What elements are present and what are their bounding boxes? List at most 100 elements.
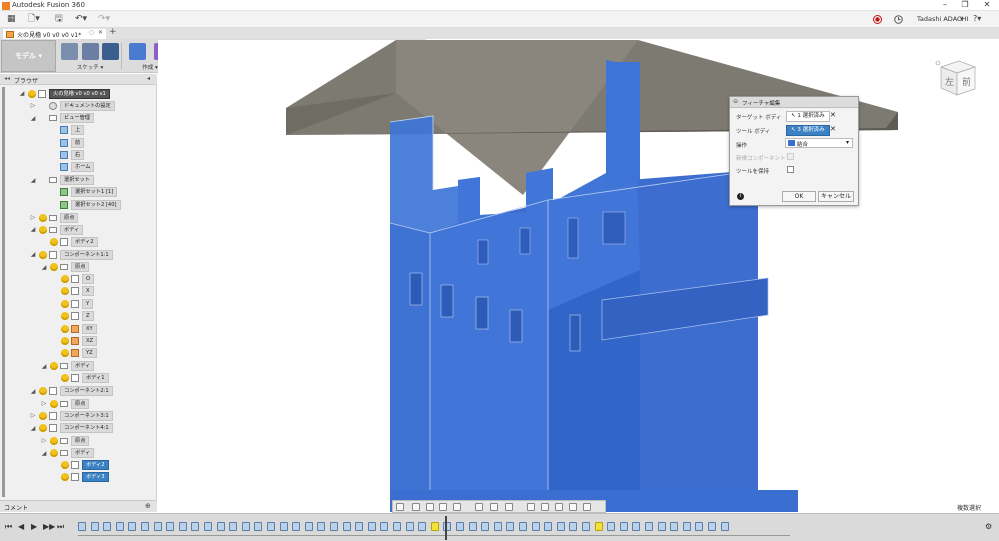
browser-node-label[interactable]: 右 <box>71 150 85 160</box>
visibility-bulb-icon[interactable] <box>50 436 58 445</box>
timeline-feature-icon[interactable] <box>456 522 464 531</box>
browser-node[interactable]: 前 <box>40 137 85 149</box>
browser-node[interactable]: ◢ コンポーネント1:1 <box>29 249 113 260</box>
expand-toggle-icon[interactable]: ◢ <box>29 224 37 235</box>
rectangle-icon[interactable] <box>101 43 119 60</box>
ok-button[interactable]: OK <box>782 191 816 202</box>
expand-toggle-icon[interactable]: ◢ <box>40 361 48 372</box>
browser-node-label[interactable]: 原点 <box>60 212 79 223</box>
toolbar-group-label[interactable]: スケッチ ▾ <box>58 63 122 71</box>
timeline-prev-icon[interactable]: ◀ <box>18 522 24 531</box>
browser-node-label[interactable]: 前 <box>71 137 85 148</box>
look-at-icon[interactable] <box>412 503 420 511</box>
new-component-checkbox[interactable] <box>787 153 794 160</box>
browser-node-label[interactable]: Y <box>82 298 94 309</box>
browser-node-label[interactable]: 選択セット <box>60 175 94 186</box>
browser-node-label[interactable]: ホーム <box>71 162 95 173</box>
browser-node[interactable]: Z <box>51 311 94 322</box>
timeline-feature-icon[interactable] <box>355 522 364 531</box>
browser-node-label[interactable]: 原点 <box>71 398 90 409</box>
timeline-feature-icon[interactable] <box>468 522 477 531</box>
browser-node-label[interactable]: ボディ <box>71 448 95 459</box>
display-settings-icon[interactable] <box>475 503 483 511</box>
timeline-feature-icon[interactable] <box>569 522 578 531</box>
browser-node[interactable]: ボディ3 <box>51 472 109 483</box>
timeline-feature-icon[interactable] <box>418 522 427 531</box>
fit-icon[interactable] <box>453 503 461 511</box>
browser-node[interactable]: ボディ2 <box>40 236 98 248</box>
browser-node[interactable]: ◢ 選択セット <box>29 175 94 186</box>
browser-collapse-icon[interactable]: ◂◂ <box>4 75 10 82</box>
dialog-collapse-icon[interactable]: ⊖ <box>733 98 738 105</box>
visibility-bulb-icon[interactable] <box>50 263 58 272</box>
browser-node[interactable]: ボディ1 <box>51 373 109 384</box>
visibility-bulb-icon[interactable] <box>39 411 47 420</box>
visibility-bulb-icon[interactable] <box>28 89 36 98</box>
timeline-feature-icon[interactable] <box>682 522 691 531</box>
info-icon[interactable]: i <box>737 193 744 200</box>
browser-node-label[interactable]: ボディ <box>71 361 95 372</box>
dialog-header[interactable]: ⊖ フィーチャ編集 <box>730 97 858 108</box>
viewports-icon[interactable] <box>505 503 513 511</box>
pan-hand-icon[interactable] <box>426 503 434 511</box>
browser-node[interactable]: X <box>51 286 94 297</box>
expand-toggle-icon[interactable]: ◢ <box>29 423 37 434</box>
browser-node[interactable]: XY <box>51 323 97 335</box>
extrude-icon[interactable] <box>129 43 147 60</box>
line-icon[interactable] <box>81 43 99 60</box>
visibility-bulb-icon[interactable] <box>61 312 69 321</box>
help-icon[interactable]: ?▾ <box>973 14 981 24</box>
timeline-feature-icon[interactable] <box>632 522 641 531</box>
visibility-bulb-icon[interactable] <box>39 225 47 234</box>
browser-node[interactable]: XZ <box>51 336 98 347</box>
browser-scrollbar[interactable] <box>2 87 5 497</box>
toolbar-group[interactable]: スケッチ ▾ <box>58 41 122 71</box>
browser-node[interactable]: ▷ コンポーネント3:1 <box>29 410 113 421</box>
env-icon-5[interactable] <box>583 503 591 511</box>
timeline-feature-icon[interactable] <box>178 522 187 531</box>
expand-toggle-icon[interactable]: ▷ <box>40 435 48 446</box>
browser-node[interactable]: ◢ 火の見櫓 v0 v0 v0 v1 <box>18 88 110 99</box>
browser-node[interactable]: ◢ ボディ <box>40 361 95 372</box>
comments-toggle-icon[interactable]: ⊕ <box>145 502 151 510</box>
browser-node-label[interactable]: 火の見櫓 v0 v0 v0 v1 <box>49 88 110 99</box>
visibility-bulb-icon[interactable] <box>39 250 47 259</box>
expand-toggle-icon[interactable]: ▷ <box>29 100 37 111</box>
timeline-feature-icon[interactable] <box>607 522 616 531</box>
minimize-icon[interactable]: – <box>935 0 955 9</box>
cancel-button[interactable]: キャンセル <box>818 191 854 202</box>
browser-node-label[interactable]: ボディ <box>60 224 84 235</box>
browser-node[interactable]: ◢ コンポーネント2:1 <box>29 386 113 397</box>
timeline-first-icon[interactable]: ⏮ <box>5 522 12 532</box>
timeline-feature-icon[interactable] <box>430 522 439 531</box>
timeline-feature-icon[interactable] <box>128 522 137 531</box>
expand-toggle-icon[interactable]: ◢ <box>29 386 37 397</box>
tool-clear-icon[interactable]: ✕ <box>830 125 836 133</box>
visibility-bulb-icon[interactable] <box>39 387 47 396</box>
visibility-bulb-icon[interactable] <box>61 287 69 296</box>
visibility-bulb-icon[interactable] <box>61 275 69 283</box>
timeline-feature-icon[interactable] <box>582 522 590 531</box>
timeline-feature-icon[interactable] <box>708 522 716 531</box>
tab-sync-icon[interactable]: ○ <box>89 29 94 36</box>
browser-node[interactable]: 選択セット2 [40] <box>40 199 121 211</box>
browser-node-label[interactable]: O <box>82 274 95 284</box>
timeline-feature-icon[interactable] <box>556 522 565 531</box>
expand-toggle-icon[interactable]: ▷ <box>29 410 37 421</box>
visibility-bulb-icon[interactable] <box>39 213 47 222</box>
browser-node-label[interactable]: 選択セット2 [40] <box>71 199 121 210</box>
timeline-feature-icon[interactable] <box>267 522 275 531</box>
timeline-feature-icon[interactable] <box>342 522 351 531</box>
timeline-feature-icon[interactable] <box>204 522 212 531</box>
timeline-play-icon[interactable]: ▶ <box>31 522 37 531</box>
visibility-bulb-icon[interactable] <box>50 362 58 371</box>
browser-node-label[interactable]: 選択セット1 [1] <box>71 187 118 198</box>
browser-node-label[interactable]: X <box>82 286 94 297</box>
undo-icon[interactable]: ↶▾ <box>75 14 87 24</box>
timeline-last-icon[interactable]: ⏭ <box>57 522 64 532</box>
expand-toggle-icon[interactable]: ◢ <box>40 448 48 459</box>
timeline-feature-icon[interactable] <box>254 522 263 531</box>
timeline-feature-icon[interactable] <box>241 522 250 531</box>
browser-node[interactable]: Y <box>51 298 94 310</box>
browser-node-label[interactable]: コンポーネント2:1 <box>60 386 113 397</box>
